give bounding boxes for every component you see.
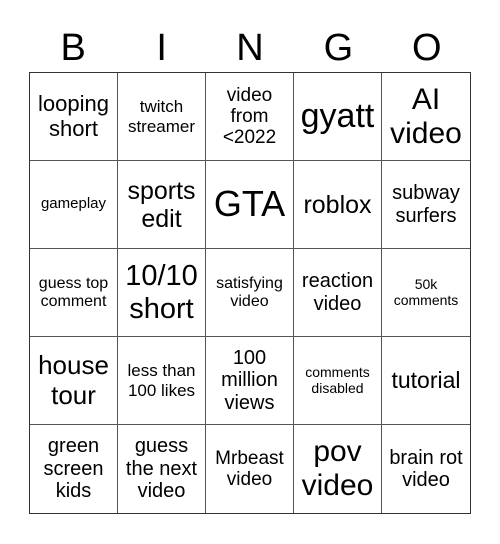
bingo-cell[interactable]: AI video: [382, 73, 470, 161]
header-letter-n: N: [236, 27, 264, 69]
bingo-cell[interactable]: gyatt: [294, 73, 382, 161]
bingo-cell[interactable]: GTA: [206, 161, 294, 249]
bingo-cell[interactable]: less than 100 likes: [118, 337, 206, 425]
bingo-cell[interactable]: comments disabled: [294, 337, 382, 425]
bingo-header: B I N G O: [29, 24, 471, 72]
bingo-cell[interactable]: roblox: [294, 161, 382, 249]
bingo-cell[interactable]: guess the next video: [118, 425, 206, 513]
bingo-cell[interactable]: 10/10 short: [118, 249, 206, 337]
bingo-cell[interactable]: looping short: [30, 73, 118, 161]
bingo-cell[interactable]: reaction video: [294, 249, 382, 337]
bingo-cell[interactable]: 100 million views: [206, 337, 294, 425]
bingo-cell[interactable]: guess top comment: [30, 249, 118, 337]
bingo-cell[interactable]: house tour: [30, 337, 118, 425]
bingo-cell[interactable]: video from <2022: [206, 73, 294, 161]
header-letter-g: G: [323, 27, 354, 69]
bingo-cell[interactable]: green screen kids: [30, 425, 118, 513]
header-letter-o: O: [412, 27, 442, 69]
bingo-cell[interactable]: subway surfers: [382, 161, 470, 249]
bingo-cell[interactable]: brain rot video: [382, 425, 470, 513]
bingo-cell[interactable]: twitch streamer: [118, 73, 206, 161]
header-letter-b: B: [60, 27, 86, 69]
bingo-grid: looping short twitch streamer video from…: [29, 72, 471, 514]
bingo-cell[interactable]: 50k comments: [382, 249, 470, 337]
header-letter-i: I: [156, 27, 167, 69]
bingo-cell[interactable]: gameplay: [30, 161, 118, 249]
bingo-cell[interactable]: sports edit: [118, 161, 206, 249]
bingo-cell[interactable]: pov video: [294, 425, 382, 513]
bingo-cell[interactable]: tutorial: [382, 337, 470, 425]
bingo-cell[interactable]: satisfying video: [206, 249, 294, 337]
bingo-cell[interactable]: Mrbeast video: [206, 425, 294, 513]
